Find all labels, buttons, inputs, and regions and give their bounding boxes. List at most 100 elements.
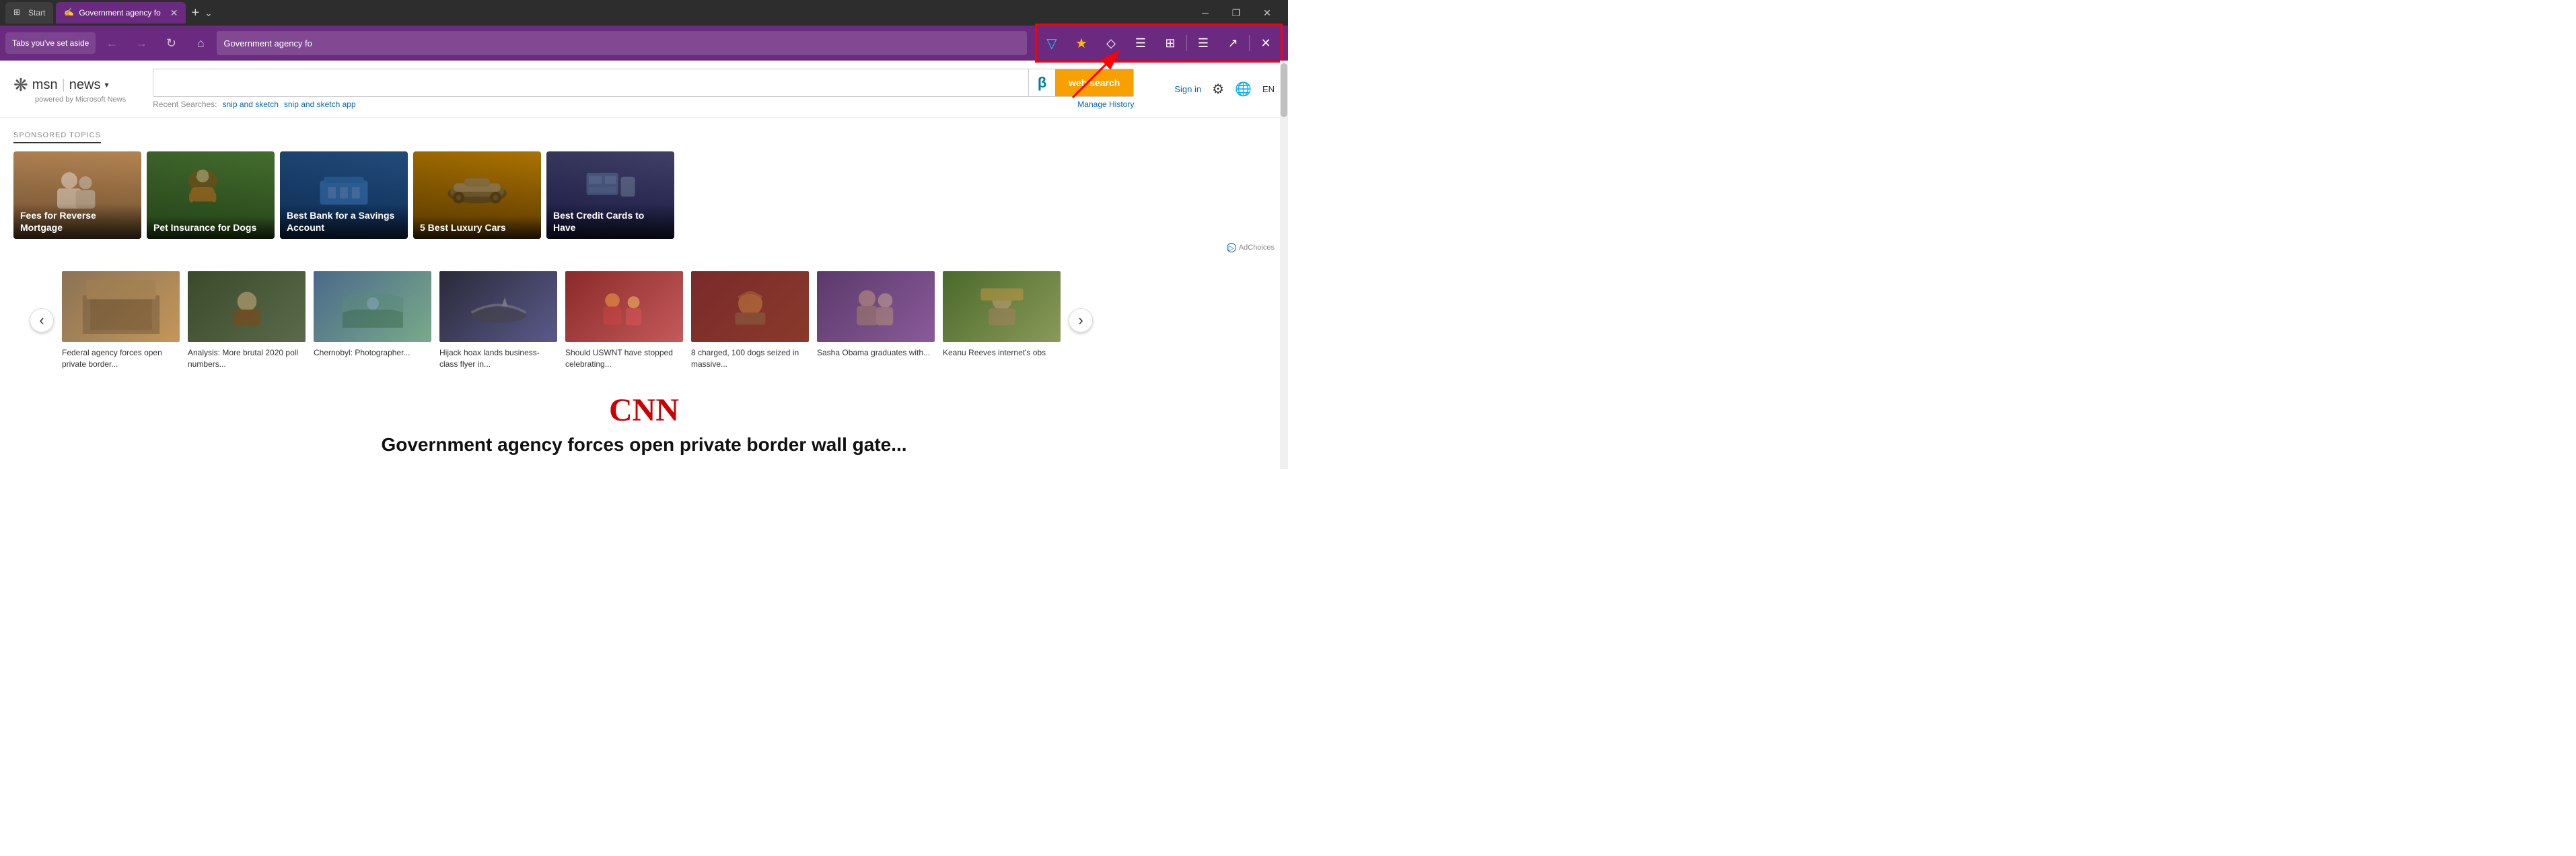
- msn-divider: |: [62, 77, 65, 93]
- tab-govt[interactable]: ✍ Government agency fo ✕: [56, 2, 186, 24]
- news-card-6[interactable]: 8 charged, 100 dogs seized in massive...: [691, 271, 809, 370]
- favorites-icon: ★: [1075, 35, 1087, 52]
- back-button[interactable]: ←: [98, 30, 125, 57]
- msn-news-label: news: [69, 77, 101, 93]
- tab-govt-label: Government agency fo: [79, 8, 160, 17]
- close-button[interactable]: ✕: [1252, 0, 1283, 26]
- tab-bar: ⊞ Start ✍ Government agency fo ✕ + ⌄ ─ ❐…: [0, 0, 1288, 26]
- news-card-2[interactable]: Analysis: More brutal 2020 poll numbers.…: [188, 271, 306, 370]
- ad-choices-label: AdChoices: [1239, 244, 1275, 252]
- toolbar-right: ▽ ★ ◇ ☰ ⊞ ☰ ↗ ✕: [1035, 24, 1283, 63]
- search-bar: β web search: [153, 69, 1134, 97]
- news-prev-icon: ‹: [39, 312, 44, 329]
- news-title-8: Keanu Reeves internet's obs: [943, 347, 1061, 359]
- news-grid: ‹ Federal agency forces open pr: [13, 263, 1275, 378]
- immersive-reader-icon: ⊞: [1165, 36, 1175, 50]
- topic-card-5[interactable]: Best Credit Cards to Have: [546, 151, 674, 239]
- cnn-section: CNN Government agency forces open privat…: [0, 378, 1288, 469]
- tab-add-button[interactable]: +: [191, 5, 199, 21]
- header-right: Sign in ⚙ 🌐 EN: [1174, 81, 1275, 98]
- share-icon: ↗: [1227, 36, 1238, 50]
- topic-title-3: Best Bank for a Savings Account: [287, 209, 401, 234]
- news-dropdown-icon[interactable]: ▾: [105, 80, 109, 90]
- close-aside-icon: ✕: [1260, 36, 1271, 50]
- settings-icon[interactable]: ⚙: [1212, 81, 1224, 98]
- address-bar[interactable]: Government agency fo: [217, 31, 1027, 55]
- news-thumb-2: [188, 271, 306, 342]
- topic-card-1[interactable]: Fees for Reverse Mortgage: [13, 151, 141, 239]
- tab-close-icon[interactable]: ✕: [170, 7, 178, 19]
- search-bar-container: β web search Recent Searches: snip and s…: [153, 69, 1134, 109]
- news-next-icon: ›: [1078, 312, 1083, 329]
- news-title-3: Chernobyl: Photographer...: [314, 347, 431, 359]
- msn-wordmark: msn: [32, 77, 58, 93]
- bing-icon: β: [1028, 69, 1055, 97]
- topic-card-1-inner: Fees for Reverse Mortgage: [13, 151, 141, 239]
- ad-choices[interactable]: ▷ AdChoices: [13, 243, 1275, 252]
- restore-button[interactable]: ❐: [1221, 0, 1252, 26]
- scrollbar-thumb[interactable]: [1281, 63, 1287, 117]
- news-card-5[interactable]: Should USWNT have stopped celebrating...: [565, 271, 683, 370]
- news-thumb-7: [817, 271, 935, 342]
- hub-button[interactable]: ☰: [1188, 26, 1218, 61]
- home-button[interactable]: ⌂: [187, 30, 214, 57]
- page-content: ❋ msn | news ▾ powered by Microsoft News…: [0, 61, 1288, 469]
- tab-start[interactable]: ⊞ Start: [5, 2, 53, 24]
- news-card-1[interactable]: Federal agency forces open private borde…: [62, 271, 180, 370]
- close-aside-button[interactable]: ✕: [1251, 26, 1281, 61]
- topic-overlay-4: 5 Best Luxury Cars: [413, 216, 541, 239]
- news-card-7[interactable]: Sasha Obama graduates with...: [817, 271, 935, 370]
- topic-card-3[interactable]: Best Bank for a Savings Account: [280, 151, 408, 239]
- recent-item-2[interactable]: snip and sketch app: [284, 100, 356, 109]
- msn-butterfly-icon: ❋: [13, 75, 28, 96]
- minimize-button[interactable]: ─: [1190, 0, 1221, 26]
- notes-button[interactable]: ◇: [1096, 26, 1126, 61]
- topic-card-2[interactable]: Pet Insurance for Dogs: [147, 151, 275, 239]
- news-thumb-1: [62, 271, 180, 342]
- refresh-button[interactable]: ↻: [157, 30, 184, 57]
- notes-icon: ◇: [1106, 36, 1116, 50]
- recent-label: Recent Searches:: [153, 100, 217, 109]
- topic-card-4-inner: 5 Best Luxury Cars: [413, 151, 541, 239]
- topic-card-2-inner: Pet Insurance for Dogs: [147, 151, 275, 239]
- topic-overlay-5: Best Credit Cards to Have: [546, 204, 674, 239]
- news-prev-button[interactable]: ‹: [30, 308, 54, 332]
- govt-tab-icon: ✍: [64, 7, 75, 18]
- language-label: EN: [1262, 84, 1275, 94]
- topic-overlay-3: Best Bank for a Savings Account: [280, 204, 408, 239]
- recent-searches: Recent Searches: snip and sketch snip an…: [153, 100, 1134, 109]
- news-thumb-8: [943, 271, 1061, 342]
- start-tab-icon: ⊞: [13, 7, 24, 18]
- tabs-aside-button[interactable]: Tabs you've set aside: [5, 32, 96, 54]
- toolbar-separator-2: [1249, 35, 1250, 51]
- scrollbar[interactable]: [1280, 61, 1288, 469]
- globe-icon[interactable]: 🌐: [1235, 81, 1252, 98]
- manage-history-link[interactable]: Manage History: [1077, 100, 1134, 109]
- reading-view-button[interactable]: ☰: [1126, 26, 1155, 61]
- recent-item-1[interactable]: snip and sketch: [223, 100, 279, 109]
- news-title-1: Federal agency forces open private borde…: [62, 347, 180, 370]
- reading-list-button[interactable]: ▽: [1037, 26, 1067, 61]
- search-input[interactable]: [153, 77, 1028, 89]
- news-next-button[interactable]: ›: [1069, 308, 1093, 332]
- forward-button[interactable]: →: [128, 30, 155, 57]
- cnn-headline: Government agency forces open private bo…: [13, 434, 1275, 456]
- window-controls: ─ ❐ ✕: [1190, 0, 1283, 26]
- sign-in-button[interactable]: Sign in: [1174, 84, 1201, 94]
- immersive-reader-button[interactable]: ⊞: [1155, 26, 1185, 61]
- topic-card-4[interactable]: 5 Best Luxury Cars: [413, 151, 541, 239]
- share-button[interactable]: ↗: [1218, 26, 1248, 61]
- favorites-button[interactable]: ★: [1067, 26, 1096, 61]
- news-card-8[interactable]: Keanu Reeves internet's obs: [943, 271, 1061, 370]
- tab-dropdown-button[interactable]: ⌄: [205, 7, 213, 19]
- news-card-3[interactable]: Chernobyl: Photographer...: [314, 271, 431, 370]
- news-title-2: Analysis: More brutal 2020 poll numbers.…: [188, 347, 306, 370]
- search-button[interactable]: web search: [1055, 69, 1133, 97]
- hub-icon: ☰: [1198, 36, 1209, 50]
- news-thumb-5: [565, 271, 683, 342]
- topic-title-2: Pet Insurance for Dogs: [153, 221, 268, 234]
- msn-logo: ❋ msn | news ▾ powered by Microsoft News: [13, 75, 126, 104]
- news-thumb-6: [691, 271, 809, 342]
- cnn-logo: CNN: [13, 392, 1275, 429]
- news-card-4[interactable]: Hijack hoax lands business-class flyer i…: [439, 271, 557, 370]
